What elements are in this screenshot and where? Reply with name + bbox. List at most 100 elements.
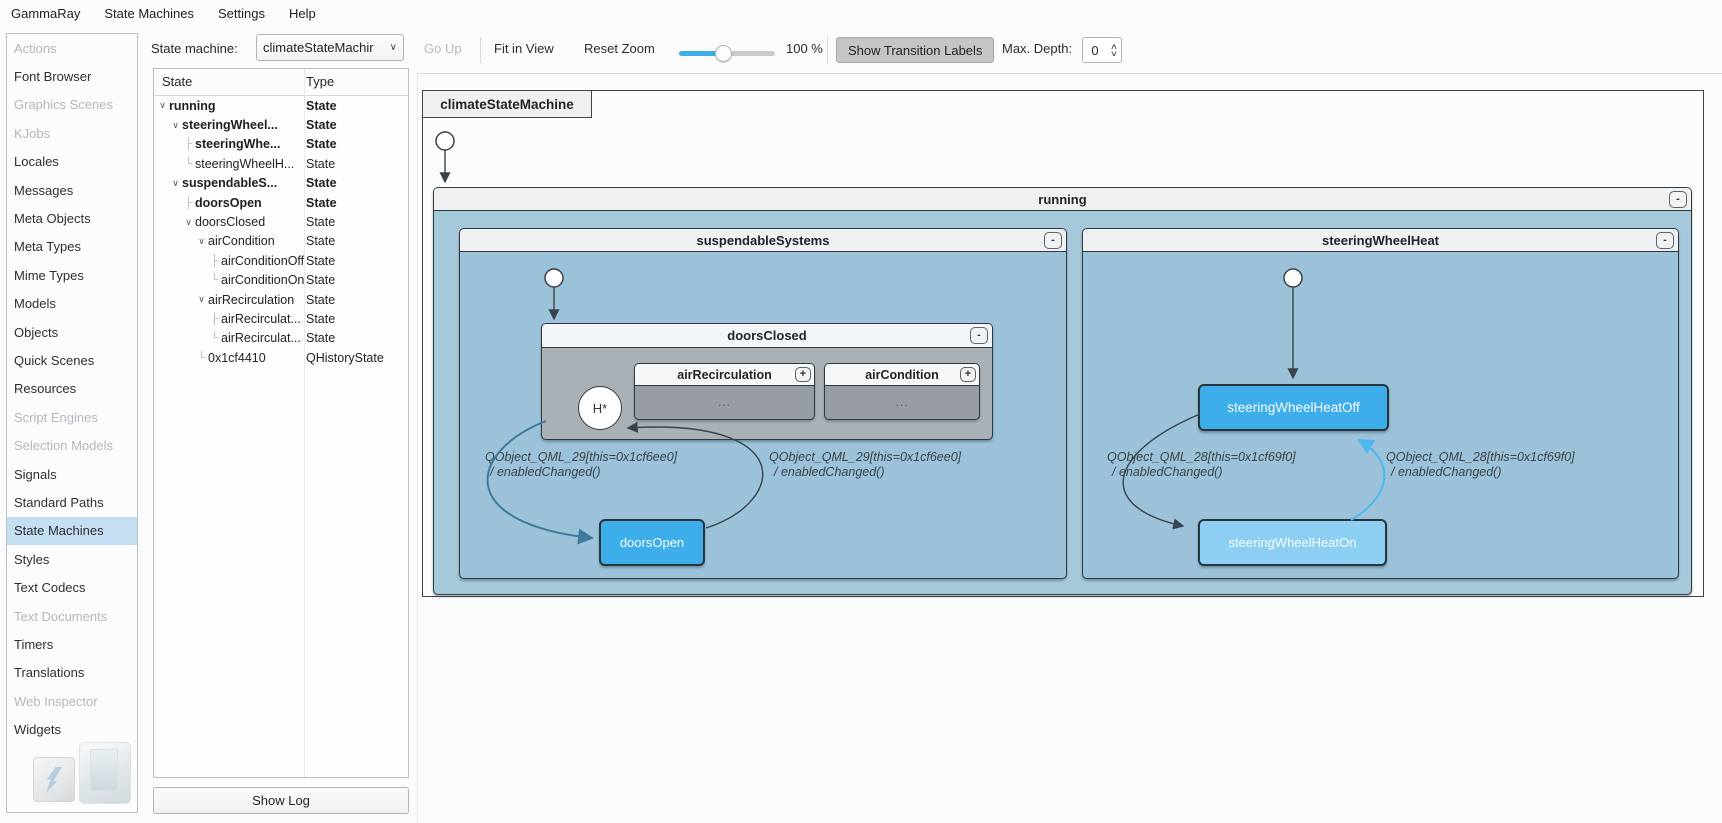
sidebar-item-mime-types[interactable]: Mime Types xyxy=(7,261,137,289)
state-steering-wheel-heat-off[interactable]: steeringWheelHeatOff xyxy=(1198,384,1389,431)
sidebar-item-kjobs: KJobs xyxy=(14,125,51,141)
tree-row[interactable]: ├ airConditionOff State xyxy=(154,251,408,270)
sidebar-item-messages[interactable]: Messages xyxy=(7,176,137,204)
spinbox-arrows-icon[interactable]: ∧ ∨ xyxy=(1107,43,1121,58)
column-header-state[interactable]: State xyxy=(162,74,192,89)
sidebar-item-locales[interactable]: Locales xyxy=(7,148,137,176)
tree-branch-icon: └ xyxy=(210,332,219,345)
state-air-condition[interactable]: airCondition + ... xyxy=(824,363,980,420)
tree-row[interactable]: └ airConditionOn State xyxy=(154,271,408,290)
fit-in-view-button[interactable]: Fit in View xyxy=(494,41,554,56)
expand-button[interactable]: + xyxy=(795,366,811,382)
state-machine-label: State machine: xyxy=(151,41,238,56)
zoom-percentage: 100 % xyxy=(786,41,823,56)
collapsed-content-ellipsis: ... xyxy=(895,395,909,409)
sidebar-item-state-machines[interactable]: State Machines xyxy=(7,516,137,546)
state-tree-view: State Type ∨ running State ∨ steeringWheel.… xyxy=(153,68,409,778)
sidebar-item-graphics-scenes: Graphics Scenes xyxy=(14,97,113,113)
sidebar-item-font-browser[interactable]: Font Browser xyxy=(7,62,137,90)
state-steering-wheel-heat-on[interactable]: steeringWheelHeatOn xyxy=(1198,519,1387,566)
expander-icon[interactable]: ∨ xyxy=(156,100,169,111)
tree-row[interactable]: └ 0x1cf4410 QHistoryState xyxy=(154,348,408,367)
menu-settings[interactable]: Settings xyxy=(218,6,265,21)
menu-state-machines[interactable]: State Machines xyxy=(104,6,194,21)
sidebar-item-quick-scenes[interactable]: Quick Scenes xyxy=(7,346,137,374)
sidebar-item-models[interactable]: Models xyxy=(7,290,137,318)
sidebar-item-signals[interactable]: Signals xyxy=(7,460,137,488)
spin-down-icon[interactable]: ∨ xyxy=(1110,50,1118,58)
collapse-button[interactable]: - xyxy=(1656,231,1674,249)
zoom-slider[interactable] xyxy=(679,45,775,62)
watermark-app-icon xyxy=(79,742,131,804)
tool-sidebar: Actions Font Browser Graphics Scenes KJo… xyxy=(6,33,138,813)
tree-row[interactable]: ∨ doorsClosed State xyxy=(154,212,408,231)
state-air-condition-header: airCondition + xyxy=(825,364,979,386)
sidebar-item-meta-objects[interactable]: Meta Objects xyxy=(7,204,137,232)
sidebar-item-web-inspector: Web Inspector xyxy=(14,693,98,709)
collapse-button[interactable]: - xyxy=(970,326,988,344)
tree-branch-icon: ├ xyxy=(184,196,193,209)
sidebar-item-objects[interactable]: Objects xyxy=(7,318,137,346)
expander-icon[interactable]: ∨ xyxy=(195,236,208,247)
sidebar-item-meta-types[interactable]: Meta Types xyxy=(7,233,137,261)
expander-icon[interactable]: ∨ xyxy=(182,217,195,228)
watermark-flash-icon xyxy=(33,757,75,802)
column-header-type[interactable]: Type xyxy=(306,74,334,89)
sidebar-item-text-documents: Text Documents xyxy=(14,608,108,624)
tree-row[interactable]: ∨ running State xyxy=(154,96,408,115)
chevron-down-icon: ∨ xyxy=(389,42,397,53)
sidebar-item-timers[interactable]: Timers xyxy=(7,630,137,658)
menu-bar: GammaRay State Machines Settings Help xyxy=(0,0,1722,26)
state-air-recirculation[interactable]: airRecirculation + ... xyxy=(634,363,815,420)
tree-header: State Type xyxy=(154,69,408,96)
show-log-button[interactable]: Show Log xyxy=(153,787,409,814)
sidebar-item-styles[interactable]: Styles xyxy=(7,545,137,573)
toolbar-separator xyxy=(480,37,481,63)
expander-icon[interactable]: ∨ xyxy=(169,120,182,131)
expander-icon[interactable]: ∨ xyxy=(169,178,182,189)
tree-row[interactable]: ∨ steeringWheel... State xyxy=(154,115,408,134)
reset-zoom-button[interactable]: Reset Zoom xyxy=(584,41,655,56)
tree-row[interactable]: └ steeringWheelH... State xyxy=(154,154,408,173)
sidebar-item-text-codecs[interactable]: Text Codecs xyxy=(7,573,137,601)
sidebar-item-resources[interactable]: Resources xyxy=(7,375,137,403)
gammaray-window: GammaRay State Machines Settings Help Ac… xyxy=(0,0,1722,823)
state-machine-combobox[interactable]: climateStateMachir ∨ xyxy=(256,34,404,61)
state-machine-diagram: climateStateMachine running - suspendabl… xyxy=(417,73,1722,823)
max-depth-value: 0 xyxy=(1091,42,1099,58)
sidebar-item-actions: Actions xyxy=(14,40,57,56)
menu-gammaray[interactable]: GammaRay xyxy=(11,6,80,21)
collapse-button[interactable]: - xyxy=(1044,231,1062,249)
show-transition-labels-toggle[interactable]: Show Transition Labels xyxy=(836,37,995,63)
expand-button[interactable]: + xyxy=(960,366,976,382)
tree-branch-icon: └ xyxy=(210,274,219,287)
state-doors-closed-header: doorsClosed - xyxy=(542,324,992,348)
transition-label: QObject_QML_28[this=0x1cf69f0] / enabled… xyxy=(1386,450,1575,479)
zoom-slider-handle[interactable] xyxy=(715,45,732,62)
collapse-button[interactable]: - xyxy=(1669,190,1687,208)
tree-row[interactable]: ∨ suspendableS... State xyxy=(154,174,408,193)
sidebar-item-translations[interactable]: Translations xyxy=(7,659,137,687)
menu-help[interactable]: Help xyxy=(289,6,316,21)
tree-row[interactable]: └ airRecirculat... State xyxy=(154,329,408,348)
history-state[interactable]: H* xyxy=(578,386,622,430)
tree-row[interactable]: ├ steeringWhe... State xyxy=(154,135,408,154)
sidebar-item-widgets[interactable]: Widgets xyxy=(7,715,137,743)
sidebar-item-standard-paths[interactable]: Standard Paths xyxy=(7,488,137,516)
tree-row[interactable]: ∨ airRecirculation State xyxy=(154,290,408,309)
max-depth-spinbox[interactable]: 0 ∧ ∨ xyxy=(1082,37,1122,63)
tree-branch-icon: ├ xyxy=(210,312,219,325)
collapsed-content-ellipsis: ... xyxy=(717,395,731,409)
region-steering-header: steeringWheelHeat - xyxy=(1083,229,1678,252)
max-depth-label: Max. Depth: xyxy=(1002,41,1073,56)
state-machine-title-tab: climateStateMachine xyxy=(422,90,592,118)
state-doors-open[interactable]: doorsOpen xyxy=(599,519,705,566)
tree-row[interactable]: ├ doorsOpen State xyxy=(154,193,408,212)
tree-row[interactable]: ∨ airCondition State xyxy=(154,232,408,251)
state-air-recirculation-header: airRecirculation + xyxy=(635,364,814,386)
go-up-button: Go Up xyxy=(424,41,462,56)
expander-icon[interactable]: ∨ xyxy=(195,294,208,305)
tree-row[interactable]: ├ airRecirculat... State xyxy=(154,309,408,328)
combobox-value: climateStateMachir xyxy=(263,40,374,55)
sidebar-item-selection-models: Selection Models xyxy=(14,438,113,454)
